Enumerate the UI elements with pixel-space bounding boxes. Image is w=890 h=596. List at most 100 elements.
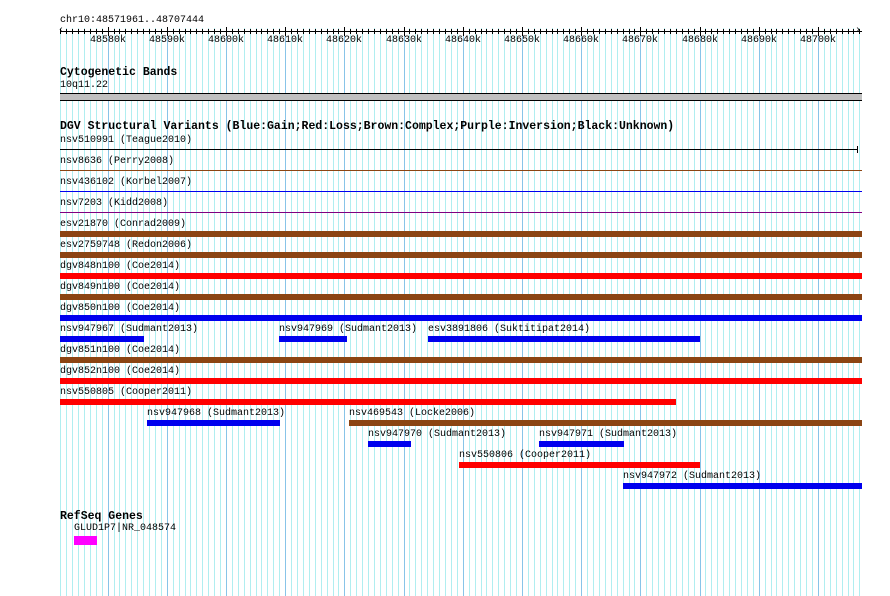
cyto-band-bar[interactable] bbox=[60, 93, 862, 101]
ruler-tick bbox=[534, 29, 535, 34]
ruler-tick bbox=[279, 29, 280, 34]
variant-feature[interactable] bbox=[60, 191, 862, 192]
ruler-tick bbox=[131, 29, 132, 34]
grid-line bbox=[392, 28, 393, 596]
ruler-tick bbox=[717, 29, 718, 34]
ruler-tick bbox=[569, 29, 570, 34]
ruler-tick bbox=[114, 29, 115, 34]
grid-line bbox=[486, 28, 487, 596]
ruler-tick bbox=[291, 29, 292, 34]
ruler-tick bbox=[256, 29, 257, 34]
major-grid-line bbox=[344, 28, 345, 596]
ruler-tick bbox=[658, 29, 659, 34]
major-grid-line bbox=[522, 28, 523, 596]
ruler-tick bbox=[492, 29, 493, 34]
grid-line bbox=[540, 28, 541, 596]
ruler-tick bbox=[102, 29, 103, 34]
ruler-tick bbox=[250, 29, 251, 34]
grid-line bbox=[321, 28, 322, 596]
variant-label: nsv947972 (Sudmant2013) bbox=[623, 471, 762, 482]
variant-feature[interactable] bbox=[60, 357, 862, 363]
ruler-tick bbox=[297, 29, 298, 34]
grid-line bbox=[238, 28, 239, 596]
ruler-tick bbox=[516, 29, 517, 34]
major-grid-line bbox=[581, 28, 582, 596]
ruler-tick bbox=[540, 29, 541, 34]
ruler-tick bbox=[451, 29, 452, 34]
grid-line bbox=[457, 28, 458, 596]
ruler-tick bbox=[741, 29, 742, 34]
scroll-left-arrow-icon[interactable]: ‹ bbox=[58, 25, 64, 36]
ruler-tick bbox=[664, 29, 665, 34]
ruler-tick-label: 48670k bbox=[621, 35, 658, 46]
variant-feature[interactable] bbox=[60, 294, 862, 300]
ruler-tick bbox=[605, 29, 606, 34]
ruler-tick bbox=[244, 29, 245, 34]
variant-feature[interactable] bbox=[428, 336, 700, 342]
ruler-tick bbox=[149, 29, 150, 34]
variant-feature[interactable] bbox=[60, 399, 676, 405]
variant-feature[interactable] bbox=[60, 149, 857, 150]
grid-line bbox=[516, 28, 517, 596]
grid-line bbox=[853, 28, 854, 596]
grid-line bbox=[185, 28, 186, 596]
variant-feature[interactable] bbox=[60, 336, 144, 342]
gene-feature[interactable] bbox=[74, 536, 97, 545]
ruler-tick bbox=[315, 29, 316, 34]
variant-feature[interactable] bbox=[60, 378, 862, 384]
ruler-tick bbox=[575, 29, 576, 34]
variant-feature[interactable] bbox=[60, 252, 862, 258]
variant-label: esv3891806 (Suktitipat2014) bbox=[428, 324, 591, 335]
ruler-tick bbox=[90, 29, 91, 34]
ruler-tick bbox=[853, 29, 854, 34]
ruler-tick bbox=[350, 29, 351, 34]
ruler-tick bbox=[782, 29, 783, 34]
variant-feature[interactable] bbox=[279, 336, 347, 342]
grid-line bbox=[611, 28, 612, 596]
ruler-tick bbox=[688, 29, 689, 34]
ruler-tick-label: 48580k bbox=[89, 35, 126, 46]
variant-feature[interactable] bbox=[539, 441, 624, 447]
scroll-right-arrow-icon[interactable]: › bbox=[855, 25, 861, 36]
variant-feature[interactable] bbox=[623, 483, 862, 489]
variant-label: nsv947970 (Sudmant2013) bbox=[368, 429, 507, 440]
grid-line bbox=[409, 28, 410, 596]
variant-feature[interactable] bbox=[459, 462, 700, 468]
ruler-tick bbox=[72, 29, 73, 34]
variant-feature[interactable] bbox=[349, 420, 862, 426]
grid-line bbox=[812, 28, 813, 596]
ruler-tick bbox=[125, 29, 126, 34]
grid-line bbox=[629, 28, 630, 596]
variant-feature[interactable] bbox=[60, 170, 862, 171]
ruler-tick bbox=[155, 29, 156, 34]
ruler-tick bbox=[546, 29, 547, 34]
ruler-tick bbox=[368, 29, 369, 34]
grid-line bbox=[605, 28, 606, 596]
ruler-tick bbox=[694, 29, 695, 34]
variant-feature[interactable] bbox=[60, 212, 862, 213]
ruler-tick bbox=[481, 29, 482, 34]
grid-line bbox=[386, 28, 387, 596]
grid-line bbox=[587, 28, 588, 596]
ruler-tick bbox=[427, 29, 428, 34]
ruler-tick bbox=[96, 29, 97, 34]
variant-feature[interactable] bbox=[368, 441, 411, 447]
ruler-tick bbox=[261, 29, 262, 34]
variant-feature[interactable] bbox=[147, 420, 280, 426]
ruler-tick bbox=[794, 29, 795, 34]
ruler-tick bbox=[196, 29, 197, 34]
ruler-tick bbox=[161, 29, 162, 34]
variant-feature[interactable] bbox=[60, 315, 862, 321]
grid-line bbox=[753, 28, 754, 596]
ruler-tick bbox=[806, 29, 807, 34]
grid-line bbox=[374, 28, 375, 596]
variant-feature[interactable] bbox=[60, 273, 862, 279]
grid-line bbox=[504, 28, 505, 596]
ruler-tick bbox=[386, 29, 387, 34]
ruler-tick bbox=[587, 29, 588, 34]
ruler-tick bbox=[848, 29, 849, 34]
ruler-tick bbox=[409, 29, 410, 34]
ruler-tick bbox=[634, 29, 635, 34]
variant-feature[interactable] bbox=[60, 231, 862, 237]
ruler-tick bbox=[812, 29, 813, 34]
